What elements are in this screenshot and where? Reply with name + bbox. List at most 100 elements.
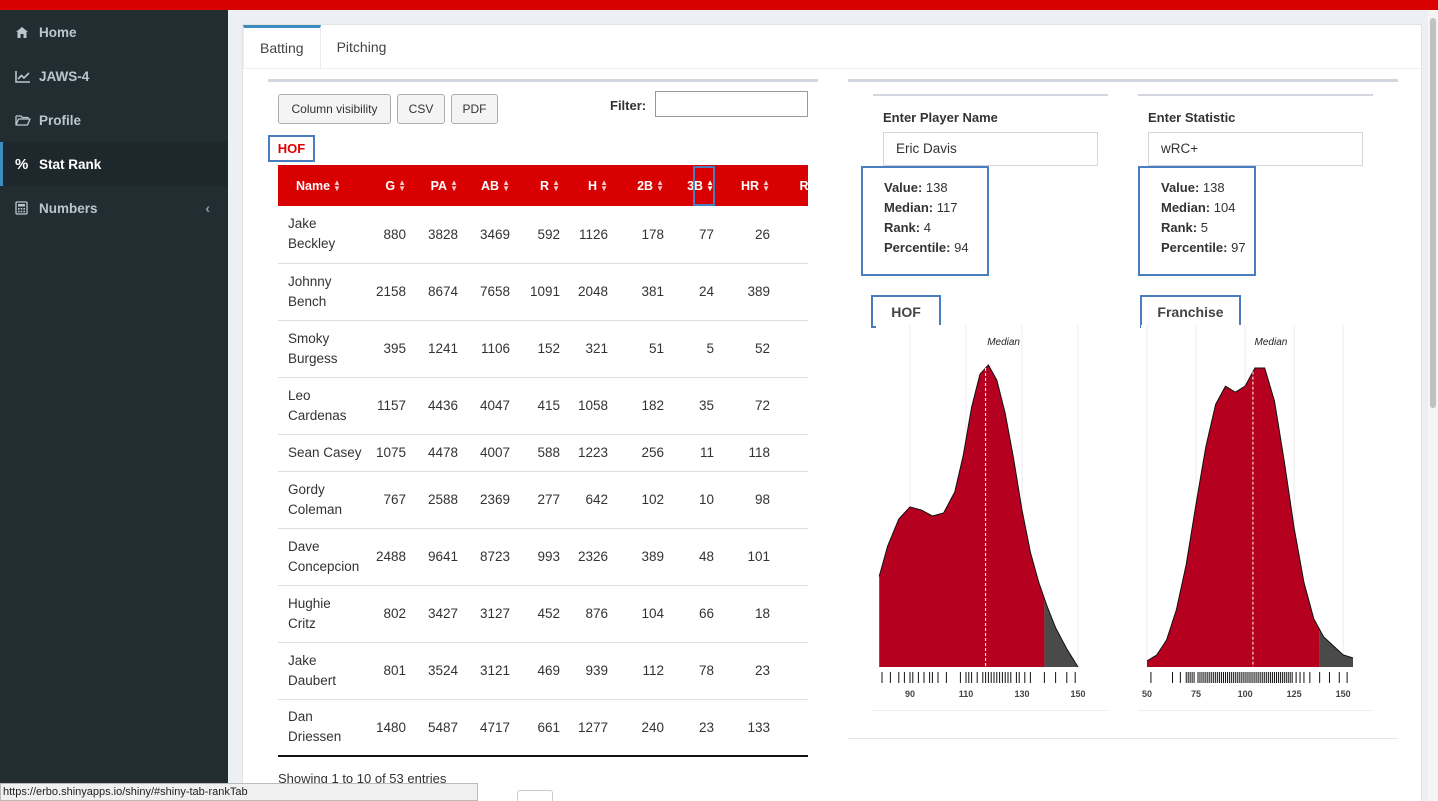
stat-cell: 1277	[566, 699, 614, 757]
table-row[interactable]: Sean Casey1075447840075881223256111186	[278, 434, 808, 472]
pagination-button[interactable]	[517, 790, 553, 801]
table-row[interactable]: Jake Daubert8013524312146993911278233	[278, 642, 808, 700]
stat-cell: 11	[670, 434, 720, 472]
home-icon	[15, 26, 39, 39]
player-name-label: Enter Player Name	[883, 110, 998, 125]
stat-cell: 2369	[464, 471, 516, 529]
sidebar-item-stat-rank[interactable]: % Stat Rank	[0, 142, 228, 186]
folder-icon	[15, 114, 39, 127]
sort-arrows-icon: ▲ ▼	[502, 178, 510, 194]
table-row[interactable]: Smoky Burgess39512411106152321515521	[278, 320, 808, 378]
table-row[interactable]: Dan Driessen1480548747176611277240231336	[278, 699, 808, 757]
stat-cell: 642	[566, 471, 614, 529]
column-header-name[interactable]: Name ▲ ▼	[278, 165, 368, 206]
x-tick-label: 130	[1014, 689, 1029, 699]
filter-input[interactable]	[655, 91, 808, 117]
tab-batting[interactable]: Batting	[243, 25, 321, 68]
stat-median-line: Median: 104	[1161, 200, 1236, 215]
column-header-pa[interactable]: PA ▲ ▼	[412, 165, 464, 206]
sidebar-item-label: Profile	[39, 112, 82, 128]
sort-arrows-icon: ▲ ▼	[762, 178, 770, 194]
player-name-cell: Dan Driessen	[278, 699, 368, 757]
player-name-cell: Leo Cardenas	[278, 377, 368, 435]
player-name-cell: Johnny Bench	[278, 263, 368, 321]
sort-arrows-icon: ▲ ▼	[450, 178, 458, 194]
player-name-cell: Dave Concepcion	[278, 528, 368, 586]
column-header-rbi[interactable]: RBI▲▼	[776, 165, 808, 206]
scrollbar-thumb[interactable]	[1430, 18, 1436, 408]
table-row[interactable]: Dave Concepcion 2488 9641 8723 993 2326 389 48 1…	[278, 528, 808, 586]
sidebar-item-label: Home	[39, 24, 77, 40]
stat-cell: 4047	[464, 377, 516, 435]
table-row[interactable]: Johnny Bench 2158 8674 7658 1091 2048 381 24 389…	[278, 263, 808, 321]
sort-arrows-icon: ▲ ▼	[656, 178, 664, 194]
stat-cell: 23	[720, 642, 776, 700]
stat-cell: 3	[776, 642, 808, 700]
stat-cell: 321	[566, 320, 614, 378]
franchise-density-plot: Median 50 75 100 125 150	[1141, 325, 1361, 699]
stat-cell: 395	[368, 320, 412, 378]
table-row[interactable]: Jake Beckley88038283469592112617877265	[278, 206, 808, 264]
table-row[interactable]: Leo Cardenas115744364047415105818235724	[278, 377, 808, 435]
x-tick-label: 150	[1336, 689, 1351, 699]
tab-pitching[interactable]: Pitching	[321, 25, 403, 68]
stat-cell: 3427	[412, 585, 464, 643]
stat-cell: 104	[614, 585, 670, 643]
statistic-input[interactable]: wRC+	[1148, 132, 1363, 166]
stat-cell: 24	[670, 263, 720, 321]
sidebar-item-jaws4[interactable]: JAWS-4	[0, 54, 228, 98]
page-scrollbar[interactable]	[1428, 10, 1438, 801]
sidebar-item-profile[interactable]: Profile	[0, 98, 228, 142]
stat-median-line: Median: 117	[884, 200, 958, 215]
statistic-label: Enter Statistic	[1148, 110, 1236, 125]
column-visibility-button[interactable]: Column visibility	[278, 94, 391, 124]
table-row[interactable]: Hughie Critz8023427312745287610466183	[278, 585, 808, 643]
player-name-cell: Jake Daubert	[278, 642, 368, 700]
stat-value-line: Value: 138	[1161, 180, 1225, 195]
player-name-cell: Jake Beckley	[278, 206, 368, 264]
column-header-g[interactable]: G ▲ ▼	[368, 165, 412, 206]
stat-cell: 2158	[368, 263, 412, 321]
tab-bar: Batting Pitching	[243, 25, 1421, 69]
player-stats-box: Value: 138 Median: 117 Rank: 4 Percentil…	[861, 166, 989, 276]
x-tick-label: 125	[1287, 689, 1302, 699]
column-header-label: PA	[430, 178, 448, 193]
player-name-cell: Smoky Burgess	[278, 320, 368, 378]
stat-cell: 4	[776, 377, 808, 435]
player-name-input[interactable]: Eric Davis	[883, 132, 1098, 166]
sidebar-item-label: JAWS-4	[39, 68, 90, 84]
stat-cell: 1106	[464, 320, 516, 378]
column-header-hr[interactable]: HR ▲ ▼	[720, 165, 776, 206]
stat-cell: 876	[566, 585, 614, 643]
csv-button[interactable]: CSV	[397, 94, 445, 124]
sidebar-item-home[interactable]: Home	[0, 10, 228, 54]
stat-cell: 801	[368, 642, 412, 700]
sidebar: Home JAWS-4 Profile % Stat Rank Numbers …	[0, 10, 228, 801]
stat-cell: 381	[614, 263, 670, 321]
column-header-2b[interactable]: 2B ▲ ▼	[614, 165, 670, 206]
table-header-row: Name▲▼G▲▼PA▲▼AB▲▼R▲▼H▲▼2B▲▼3B▲▼HR▲▼RBI▲▼	[278, 165, 808, 206]
stat-percentile-line: Percentile: 94	[884, 240, 969, 255]
stat-cell: 3127	[464, 585, 516, 643]
column-header-label: AB	[481, 178, 500, 193]
calculator-icon	[15, 201, 39, 215]
stat-cell: 1223	[566, 434, 614, 472]
pdf-button[interactable]: PDF	[451, 94, 498, 124]
sidebar-item-numbers[interactable]: Numbers ‹	[0, 186, 228, 230]
sidebar-item-label: Stat Rank	[39, 156, 102, 172]
stat-cell: 993	[516, 528, 566, 586]
stat-cell: 256	[614, 434, 670, 472]
sort-arrows-icon: ▲ ▼	[552, 178, 560, 194]
stat-cell: 2326	[566, 528, 614, 586]
column-header-h[interactable]: H ▲ ▼	[566, 165, 614, 206]
column-header-ab[interactable]: AB ▲ ▼	[464, 165, 516, 206]
stat-cell: 6	[776, 699, 808, 757]
chevron-left-icon: ‹	[205, 200, 210, 216]
table-row[interactable]: Gordy Coleman7672588236927764210210983	[278, 471, 808, 529]
stat-cell: 452	[516, 585, 566, 643]
x-tick-label: 100	[1238, 689, 1253, 699]
column-header-r[interactable]: R ▲ ▼	[516, 165, 566, 206]
stat-cell: 9641	[412, 528, 464, 586]
stat-cell: 23	[670, 699, 720, 757]
franchise-stats-box: Value: 138 Median: 104 Rank: 5 Percentil…	[1138, 166, 1256, 276]
